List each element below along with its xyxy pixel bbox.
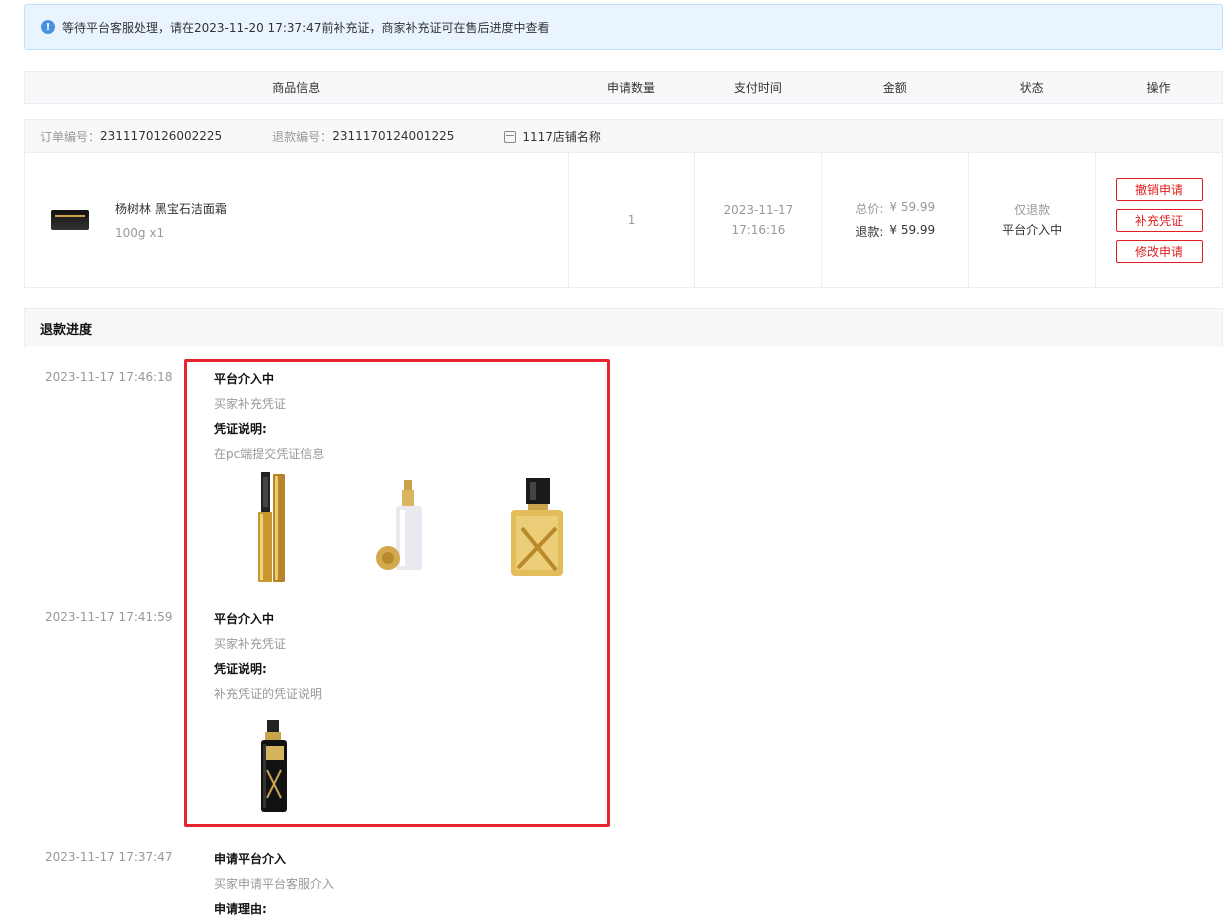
info-icon: !	[41, 20, 55, 34]
amount-cell: 总价: ¥ 59.99 退款: ¥ 59.99	[821, 153, 968, 287]
pay-date: 2023-11-17	[723, 203, 794, 217]
entry-label: 申请理由:	[214, 902, 267, 916]
refund-value: ¥ 59.99	[889, 223, 936, 237]
order-no-label: 订单编号：	[40, 129, 101, 144]
entry-time: 2023-11-17 17:41:59	[45, 610, 173, 624]
entry-title: 申请平台介入	[214, 852, 287, 866]
product-spec: 100g x1	[115, 226, 165, 240]
col-actions: 操作	[1146, 81, 1171, 95]
entry-time: 2023-11-17 17:37:47	[45, 850, 173, 864]
add-evidence-button[interactable]: 补充凭证	[1115, 208, 1203, 232]
status-type: 仅退款	[1014, 203, 1051, 217]
notice-text: 等待平台客服处理，请在2023-11-20 17:37:47前补充证，商家补充证…	[62, 20, 550, 35]
pay-time: 17:16:16	[731, 223, 786, 237]
order-card: 订单编号： 2311170126002225 退款编号： 23111701240…	[24, 119, 1223, 288]
cancel-request-button[interactable]: 撤销申请	[1115, 177, 1203, 201]
refund-label: 退款:	[855, 225, 884, 239]
refund-progress-title: 退款进度	[24, 308, 1223, 347]
entry-time: 2023-11-17 17:46:18	[45, 370, 173, 384]
entry-desc: 买家申请平台客服介入	[214, 877, 335, 891]
col-quantity: 申请数量	[606, 81, 655, 95]
actions-cell: 撤销申请 补充凭证 修改申请	[1095, 153, 1222, 287]
product-name[interactable]: 杨树林 黑宝石洁面霜	[115, 200, 227, 217]
quantity-value: 1	[627, 213, 636, 227]
order-row: 杨树林 黑宝石洁面霜 100g x1 1 2023-11-17 17:16:16…	[25, 153, 1222, 287]
product-cell: 杨树林 黑宝石洁面霜 100g x1	[25, 153, 568, 287]
refund-no-label: 退款编号：	[272, 129, 333, 144]
store-icon	[504, 131, 517, 143]
notice-bar: ! 等待平台客服处理，请在2023-11-20 17:37:47前补充证，商家补…	[24, 4, 1223, 50]
modify-request-button[interactable]: 修改申请	[1115, 239, 1203, 263]
store-name[interactable]: 1117店铺名称	[522, 128, 601, 145]
col-amount: 金额	[882, 81, 907, 95]
order-header: 订单编号： 2311170126002225 退款编号： 23111701240…	[25, 120, 1222, 153]
table-header: 商品信息 申请数量 支付时间 金额 状态 操作	[24, 71, 1223, 104]
col-pay-time: 支付时间	[733, 81, 782, 95]
status-text: 平台介入中	[1002, 223, 1063, 237]
highlight-box	[184, 359, 610, 827]
refund-no: 2311170124001225	[332, 129, 455, 143]
total-label: 总价:	[855, 202, 884, 216]
pay-time-cell: 2023-11-17 17:16:16	[694, 153, 821, 287]
product-thumbnail[interactable]	[51, 210, 89, 230]
order-no: 2311170126002225	[100, 129, 223, 143]
total-value: ¥ 59.99	[889, 200, 936, 214]
col-status: 状态	[1019, 81, 1044, 95]
quantity-cell: 1	[567, 153, 695, 287]
col-product-info: 商品信息	[272, 81, 321, 95]
status-cell: 仅退款 平台介入中	[968, 153, 1095, 287]
